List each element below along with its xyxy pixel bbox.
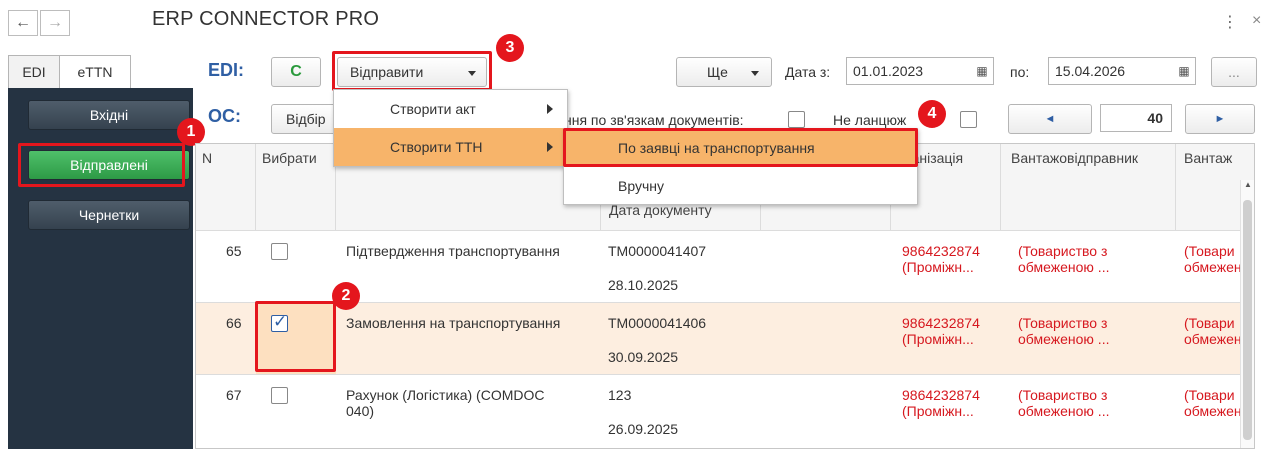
chevron-down-icon bbox=[751, 71, 759, 76]
row-doc-date: 28.10.2025 bbox=[608, 277, 679, 293]
highlight-sent bbox=[18, 143, 185, 187]
triangle-right-icon: ► bbox=[1214, 113, 1226, 125]
row-doc-number: 123 bbox=[608, 387, 632, 403]
row-doc-number: TM0000041406 bbox=[608, 315, 707, 331]
row-doc-type-cont: 040) bbox=[346, 403, 375, 419]
step-badge-3: 3 bbox=[496, 34, 524, 62]
filter-button[interactable]: Відбір bbox=[271, 104, 341, 134]
refresh-button[interactable]: C bbox=[271, 57, 321, 87]
step-badge-2: 2 bbox=[332, 282, 360, 310]
send-dropdown-menu: Створити акт Створити ТТН bbox=[333, 89, 568, 167]
row-doc-type: Підтвердження транспортування bbox=[346, 243, 560, 259]
date-to-value: 15.04.2026 bbox=[1055, 63, 1126, 79]
close-icon[interactable]: × bbox=[1252, 12, 1261, 30]
page-number-value: 40 bbox=[1147, 110, 1163, 126]
window-title: ERP CONNECTOR PRO bbox=[152, 8, 380, 30]
calendar-icon[interactable]: ▦ bbox=[972, 58, 992, 84]
chevron-right-icon bbox=[547, 104, 553, 114]
row-select-checkbox[interactable] bbox=[271, 387, 288, 404]
row-receiver-line1: (Товари bbox=[1184, 387, 1235, 403]
submenu-item-label: Вручну bbox=[618, 178, 664, 194]
more-dropdown-button[interactable]: Ще bbox=[676, 57, 772, 87]
step-badge-4: 4 bbox=[918, 100, 946, 128]
kebab-icon[interactable]: ⋮ bbox=[1222, 12, 1238, 32]
page-number-input[interactable]: 40 bbox=[1100, 104, 1172, 132]
row-doc-type: Замовлення на транспортування bbox=[346, 315, 561, 331]
calendar-icon[interactable]: ▦ bbox=[1174, 58, 1194, 84]
oc-label: OC: bbox=[208, 106, 241, 126]
row-number: 67 bbox=[226, 387, 242, 403]
row-sender-line1: (Товариство з bbox=[1018, 243, 1108, 259]
row-number: 66 bbox=[226, 315, 242, 331]
table-scrollbar[interactable]: ▲ bbox=[1240, 180, 1254, 448]
row-receiver-line1: (Товари bbox=[1184, 243, 1235, 259]
scroll-up-icon[interactable]: ▲ bbox=[1244, 180, 1252, 189]
options-button[interactable]: ... bbox=[1211, 57, 1257, 87]
refresh-icon: C bbox=[290, 63, 302, 80]
table-row[interactable]: 67 Рахунок (Логістика) (COMDOC 040) 123 … bbox=[196, 374, 1254, 448]
edi-label: EDI: bbox=[208, 60, 244, 80]
sidebar-item-incoming[interactable]: Вхідні bbox=[28, 100, 190, 130]
row-sender-line1: (Товариство з bbox=[1018, 387, 1108, 403]
row-org-name: (Проміжн... bbox=[902, 259, 974, 275]
back-button[interactable]: ← bbox=[8, 10, 38, 36]
menu-item-create-ttn[interactable]: Створити ТТН bbox=[334, 128, 567, 166]
tab-ettn[interactable]: eTTN bbox=[59, 55, 131, 89]
row-sender-line2: обмеженою ... bbox=[1018, 259, 1110, 275]
highlight-send bbox=[332, 51, 492, 91]
menu-item-create-act[interactable]: Створити акт bbox=[334, 90, 567, 128]
row-doc-number: TM0000041407 bbox=[608, 243, 707, 259]
menu-item-label: Створити ТТН bbox=[390, 139, 483, 155]
row-sender-line2: обмеженою ... bbox=[1018, 403, 1110, 419]
chain-label: Не ланцюж bbox=[833, 112, 907, 128]
date-from-value: 01.01.2023 bbox=[853, 63, 924, 79]
col-header-n[interactable]: N bbox=[196, 144, 256, 230]
row-receiver-line2: обмежен bbox=[1184, 259, 1242, 275]
date-from-label: Дата з: bbox=[785, 64, 831, 80]
table-row-selected[interactable]: 66 ✓ Замовлення на транспортування TM000… bbox=[196, 302, 1254, 375]
row-select-checkbox[interactable] bbox=[271, 243, 288, 260]
highlight-by-request bbox=[563, 128, 918, 167]
col-header-sender[interactable]: Вантажовідправник bbox=[1001, 144, 1176, 230]
sidebar-item-drafts[interactable]: Чернетки bbox=[28, 200, 190, 230]
page-next-button[interactable]: ► bbox=[1185, 104, 1255, 134]
row-org-code: 9864232874 bbox=[902, 243, 980, 259]
row-doc-type: Рахунок (Логістика) (COMDOC bbox=[346, 387, 545, 403]
menu-item-label: Створити акт bbox=[390, 101, 476, 117]
arrow-right-icon: → bbox=[47, 14, 63, 31]
scroll-thumb[interactable] bbox=[1243, 200, 1252, 440]
forward-button[interactable]: → bbox=[40, 10, 70, 36]
tab-edi[interactable]: EDI bbox=[8, 55, 60, 89]
page-prev-button[interactable]: ◄ bbox=[1008, 104, 1092, 134]
chain-checkbox[interactable] bbox=[960, 111, 977, 128]
arrow-left-icon: ← bbox=[15, 14, 31, 31]
more-label: Ще bbox=[707, 64, 728, 80]
highlight-checkbox bbox=[255, 301, 336, 372]
col-header-select[interactable]: Вибрати bbox=[256, 144, 336, 230]
row-org-code: 9864232874 bbox=[902, 387, 980, 403]
links-checkbox[interactable] bbox=[788, 111, 805, 128]
row-number: 65 bbox=[226, 243, 242, 259]
row-receiver-line1: (Товари bbox=[1184, 315, 1235, 331]
step-badge-1: 1 bbox=[177, 118, 205, 146]
row-doc-date: 26.09.2025 bbox=[608, 421, 679, 437]
row-sender-line2: обмеженою ... bbox=[1018, 331, 1110, 347]
links-filter-label: ння по зв'язкам документів: bbox=[564, 112, 744, 128]
chevron-right-icon bbox=[547, 142, 553, 152]
row-org-name: (Проміжн... bbox=[902, 403, 974, 419]
date-to-label: по: bbox=[1010, 64, 1030, 80]
row-doc-date: 30.09.2025 bbox=[608, 349, 679, 365]
row-receiver-line2: обмежен bbox=[1184, 403, 1242, 419]
row-sender-line1: (Товариство з bbox=[1018, 315, 1108, 331]
row-receiver-line2: обмежен bbox=[1184, 331, 1242, 347]
triangle-left-icon: ◄ bbox=[1044, 113, 1056, 125]
submenu-item-manual[interactable]: Вручну bbox=[564, 167, 917, 205]
row-org-name: (Проміжн... bbox=[902, 331, 974, 347]
row-org-code: 9864232874 bbox=[902, 315, 980, 331]
